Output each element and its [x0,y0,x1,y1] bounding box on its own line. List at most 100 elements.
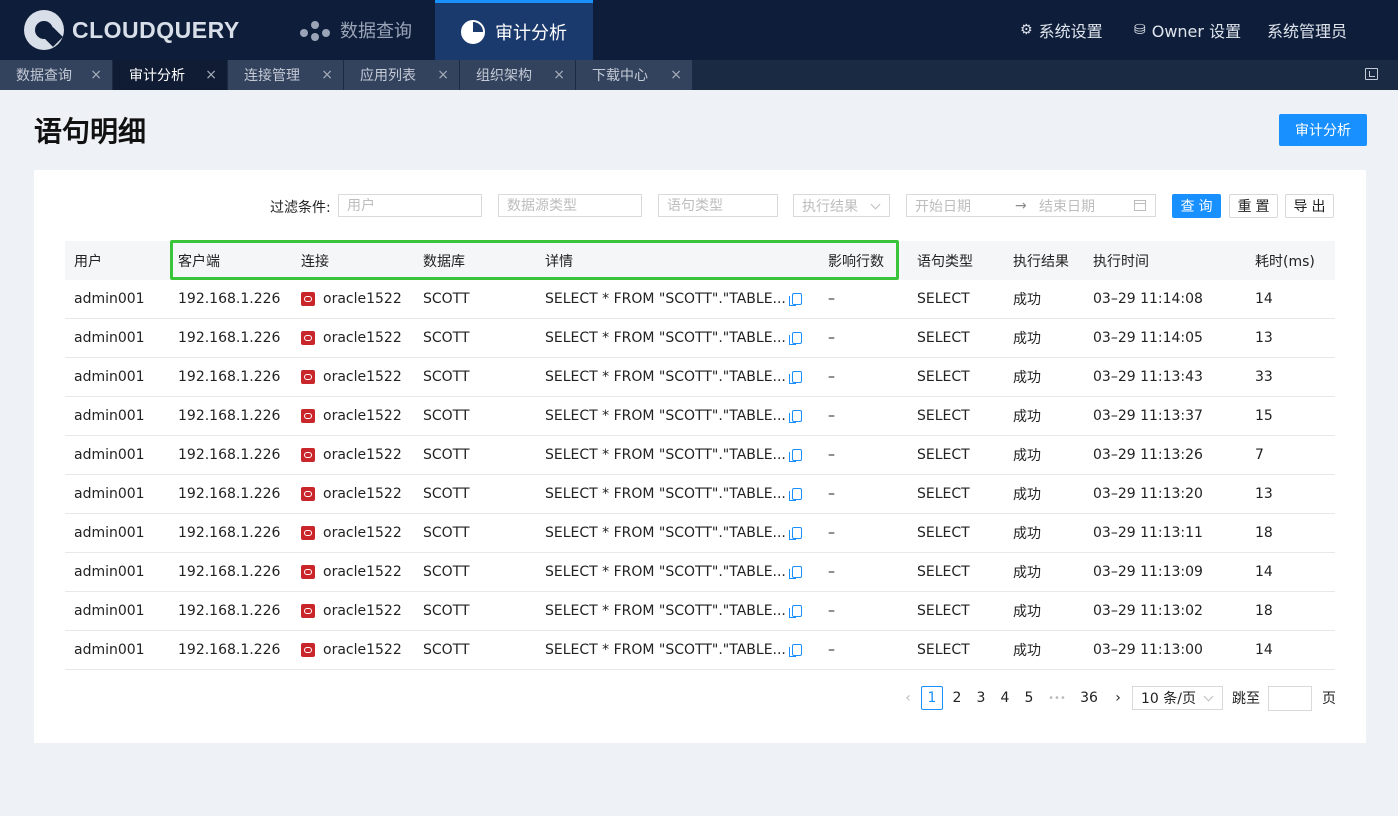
column-header-exec-time[interactable]: 执行时间 [1084,251,1246,271]
cell-exec-time-text: 03–29 11:13:09 [1093,564,1203,580]
cell-result-text: 成功 [1013,292,1041,308]
close-icon[interactable]: × [670,67,682,83]
stmt-type-filter-input[interactable] [658,194,778,217]
column-header-user[interactable]: 用户 [65,251,169,271]
cell-stmt-type: SELECT [908,603,1004,619]
column-header-stmt-type[interactable]: 语句类型 [908,251,1004,271]
table-row[interactable]: admin001 192.168.1.226 oracle1522 SCOTT SELE… [65,475,1335,514]
table-row[interactable]: admin001 192.168.1.226 oracle1522 SCOTT SELE… [65,397,1335,436]
copy-icon[interactable] [788,449,802,462]
column-header-affected-rows[interactable]: 影响行数 [819,251,908,271]
query-button[interactable]: 查询 [1172,194,1221,218]
cell-exec-time: 03–29 11:13:20 [1084,486,1246,502]
nav-admin-user[interactable]: 系统管理员 [1267,0,1347,60]
cell-exec-time-text: 03–29 11:13:00 [1093,642,1203,658]
dbtype-filter-field[interactable] [507,197,633,214]
tab-org-structure[interactable]: 组织架构 × [460,60,576,90]
cell-exec-time-text: 03–29 11:13:26 [1093,447,1203,463]
close-icon[interactable]: × [205,67,217,83]
close-icon[interactable]: × [90,67,102,83]
copy-icon[interactable] [788,488,802,501]
cell-affected-rows-text: – [828,291,835,307]
cell-duration: 15 [1246,408,1335,424]
tab-data-query[interactable]: 数据查询 × [0,60,113,90]
column-header-client[interactable]: 客户端 [169,251,292,271]
column-header-duration[interactable]: 耗时(ms) [1246,251,1335,271]
user-filter-input[interactable] [338,194,482,217]
dbtype-filter-input[interactable] [498,194,642,217]
cell-connection: oracle1522 [292,603,414,619]
cell-connection: oracle1522 [292,330,414,346]
cell-affected-rows: – [819,369,908,385]
nav-owner-settings[interactable]: ⛁ Owner 设置 [1134,0,1241,60]
page-5-button[interactable]: 5 [1018,686,1040,710]
copy-icon[interactable] [788,332,802,345]
ellipsis-button[interactable]: ••• [1046,686,1068,710]
cell-client-text: 192.168.1.226 [178,447,281,463]
copy-icon[interactable] [788,644,802,657]
cell-affected-rows-text: – [828,369,835,385]
cell-connection-text: oracle1522 [323,564,402,580]
nav-data-query[interactable]: 数据查询 [300,0,435,60]
jump-page-input[interactable] [1268,686,1312,711]
top-nav: CLOUDQUERY 数据查询 审计分析 ⚙ 系统设置 ⛁ Owner 设置 系… [0,0,1398,60]
close-icon[interactable]: × [553,67,565,83]
nav-system-settings[interactable]: ⚙ 系统设置 [1020,0,1103,60]
copy-icon[interactable] [788,371,802,384]
cell-user: admin001 [65,603,169,619]
cell-database-text: SCOTT [423,603,470,619]
table-row[interactable]: admin001 192.168.1.226 oracle1522 SCOTT SELE… [65,358,1335,397]
user-filter-field[interactable] [347,197,473,214]
copy-icon[interactable] [788,566,802,579]
prev-page-button[interactable]: ‹ [897,686,919,710]
column-header-detail[interactable]: 详情 [536,251,819,271]
brand-logo[interactable]: CLOUDQUERY [24,10,240,50]
result-select[interactable]: 执行结果 [793,194,890,217]
cell-database: SCOTT [414,291,536,307]
copy-icon[interactable] [788,605,802,618]
export-button[interactable]: 导出 [1285,194,1334,218]
table-row[interactable]: admin001 192.168.1.226 oracle1522 SCOTT SELE… [65,514,1335,553]
page-4-button[interactable]: 4 [994,686,1016,710]
next-page-button[interactable]: › [1107,686,1129,710]
copy-icon[interactable] [788,410,802,423]
page-size-select[interactable]: 10 条/页 [1132,686,1223,710]
column-header-result[interactable]: 执行结果 [1004,251,1084,271]
page-1-button[interactable]: 1 [921,686,943,710]
close-all-tabs-icon[interactable] [1365,68,1378,80]
stmt-type-filter-field[interactable] [667,197,769,214]
tab-app-list[interactable]: 应用列表 × [344,60,460,90]
column-header-database[interactable]: 数据库 [414,251,536,271]
page-2-button[interactable]: 2 [946,686,968,710]
table-row[interactable]: admin001 192.168.1.226 oracle1522 SCOTT SELE… [65,436,1335,475]
cell-database: SCOTT [414,525,536,541]
audit-analysis-button[interactable]: 审计分析 [1279,114,1367,146]
page-3-button[interactable]: 3 [970,686,992,710]
close-icon[interactable]: × [437,67,449,83]
tab-download-center[interactable]: 下载中心 × [576,60,693,90]
close-icon[interactable]: × [321,67,333,83]
cell-duration-text: 18 [1255,603,1273,619]
tab-audit-analysis[interactable]: 审计分析 × [113,60,228,90]
tab-label: 数据查询 [16,68,72,84]
cell-affected-rows: – [819,603,908,619]
reset-button[interactable]: 重置 [1229,194,1278,218]
tab-connection-mgmt[interactable]: 连接管理 × [228,60,344,90]
table-row[interactable]: admin001 192.168.1.226 oracle1522 SCOTT SELE… [65,280,1335,319]
table-row[interactable]: admin001 192.168.1.226 oracle1522 SCOTT SELE… [65,553,1335,592]
nav-audit-analysis[interactable]: 审计分析 [435,0,593,60]
cell-client-text: 192.168.1.226 [178,486,281,502]
table-row[interactable]: admin001 192.168.1.226 oracle1522 SCOTT SELE… [65,631,1335,670]
cell-client: 192.168.1.226 [169,408,292,424]
page-last-button[interactable]: 36 [1078,686,1100,710]
table-row[interactable]: admin001 192.168.1.226 oracle1522 SCOTT SELE… [65,319,1335,358]
table-row[interactable]: admin001 192.168.1.226 oracle1522 SCOTT SELE… [65,592,1335,631]
cell-stmt-type: SELECT [908,486,1004,502]
cell-result: 成功 [1004,562,1084,582]
start-date-placeholder[interactable]: 开始日期 [915,196,1015,216]
end-date-placeholder[interactable]: 结束日期 [1039,196,1095,216]
date-range-picker[interactable]: 开始日期 → 结束日期 [906,194,1156,217]
copy-icon[interactable] [788,293,802,306]
column-header-connection[interactable]: 连接 [292,251,414,271]
copy-icon[interactable] [788,527,802,540]
